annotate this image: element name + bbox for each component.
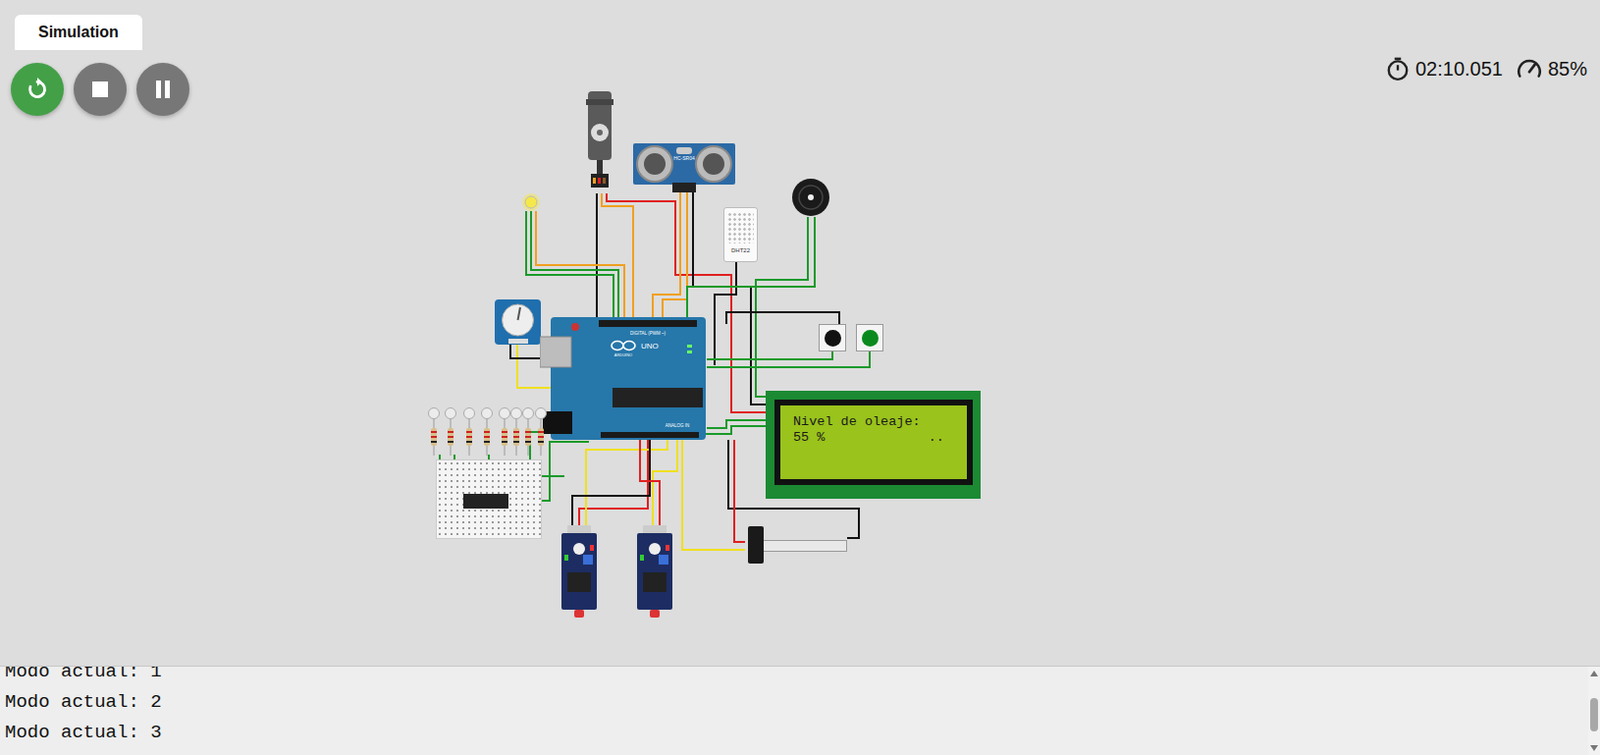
wire[interactable] [726,312,840,324]
led[interactable] [444,406,457,456]
status-led[interactable] [522,192,540,214]
light-sensor-module[interactable] [635,525,675,620]
stop-button[interactable] [73,62,127,116]
wire[interactable] [572,439,650,526]
wire[interactable] [734,439,746,542]
stop-icon [91,80,109,99]
push-button[interactable] [818,323,847,352]
wire[interactable] [595,193,598,324]
dht22-sensor[interactable]: DHT22 [723,207,758,263]
wires [0,0,1600,666]
pause-icon [154,79,172,100]
push-button[interactable] [855,323,884,352]
digital-label: DIGITAL (PWM ~) [630,330,667,336]
ultrasonic-sensor[interactable]: HC-SR04 [633,143,736,193]
wire[interactable] [682,439,746,550]
breadboard[interactable] [435,459,542,539]
simulation-canvas: Simulation 02:10.051 85% HC-SR04 DHT22 D… [0,0,1600,666]
timer: 02:10.051 [1415,57,1503,81]
tab-bar: Simulation [0,0,190,51]
wire[interactable] [640,439,660,526]
stopwatch-icon [1385,55,1411,82]
lcd-row: 55 %.. [793,429,953,446]
scrollbar[interactable] [1588,666,1600,755]
header: Simulation 02:10.051 85% [0,0,1600,116]
wire[interactable] [698,426,766,434]
scroll-down-icon[interactable] [1590,745,1599,751]
sensor-grille [727,212,754,244]
speedometer-icon [1515,55,1544,82]
wire[interactable] [755,216,808,397]
model-label: UNO [640,341,659,351]
led[interactable] [480,406,493,456]
scroll-up-icon[interactable] [1590,670,1599,677]
wire[interactable] [586,439,668,526]
buzzer[interactable] [791,177,831,217]
serial-line: Modo actual: 2 [4,687,1600,718]
wire[interactable] [535,211,625,324]
led[interactable] [522,406,534,456]
servo[interactable] [585,91,615,196]
lcd-display: Nivel de oleaje:55 %.. [765,390,981,499]
led[interactable] [463,406,476,456]
restart-button[interactable] [10,62,64,116]
led[interactable] [534,406,547,456]
wire[interactable] [706,351,870,368]
scroll-thumb[interactable] [1590,697,1599,732]
restart-icon [24,76,51,103]
ultrasonic-label: HC-SR04 [673,155,695,161]
brand-label: ARDUINO [614,352,633,358]
potentiometer[interactable] [494,299,541,345]
button-cap [861,329,879,347]
serial-line: Modo actual: 3 [4,717,1600,748]
lcd-screen: Nivel de oleaje:55 %.. [780,405,967,480]
serial-line: Modo actual: 1 [4,665,1600,688]
lcd-row: Nivel de oleaje: [793,414,953,430]
ic-chip [463,493,509,509]
led[interactable] [510,406,523,456]
slider-knob[interactable] [747,526,764,564]
wire[interactable] [579,439,648,526]
dht-label: DHT22 [731,247,750,254]
slide-potentiometer[interactable] [745,522,848,567]
light-sensor-module[interactable] [559,525,599,620]
wokwi-simulator: Simulation 02:10.051 85% HC-SR04 DHT22 D… [0,0,1600,755]
toolbar [0,50,190,116]
wire[interactable] [531,211,619,324]
led[interactable] [498,406,511,456]
pause-button[interactable] [136,62,190,116]
wire[interactable] [652,190,681,324]
speed: 85% [1547,57,1588,81]
arduino-uno[interactable]: DIGITAL (PWM ~) UNO ARDUINO ANALOG IN [539,317,707,442]
wire[interactable] [652,439,678,526]
tab[interactable]: Simulation [14,14,143,51]
slider-track [750,539,848,552]
led[interactable] [427,406,440,456]
wire[interactable] [706,351,833,360]
serial-monitor: Modo actual: 1Modo actual: 2Modo actual:… [0,665,1600,755]
button-cap [824,329,842,347]
analog-label: ANALOG IN [665,423,691,428]
simulation-stats: 02:10.051 85% [1385,0,1600,82]
wire[interactable] [662,190,688,324]
